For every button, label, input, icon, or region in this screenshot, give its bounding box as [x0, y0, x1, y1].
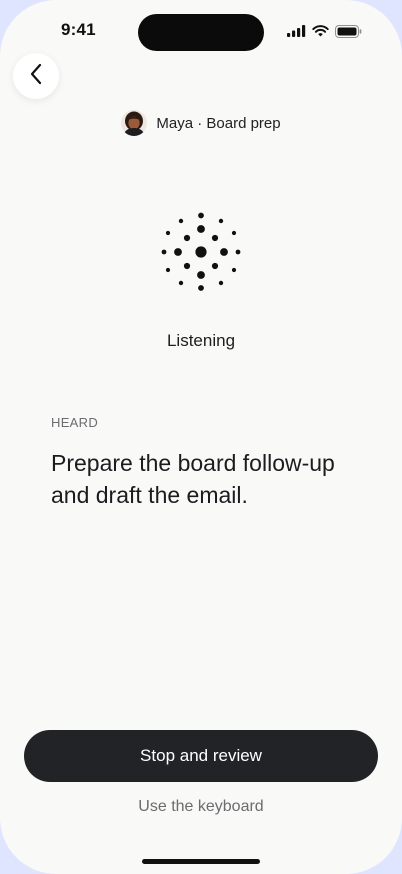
home-indicator[interactable]	[142, 859, 260, 864]
battery-icon	[335, 24, 362, 38]
status-time: 9:41	[61, 20, 96, 39]
heard-transcript: Prepare the board follow-up and draft th…	[51, 450, 335, 508]
avatar	[121, 110, 148, 136]
context-label: Maya · Board prep	[156, 114, 281, 132]
cellular-signal-icon	[287, 25, 306, 37]
dynamic-island	[138, 14, 264, 51]
use-keyboard-link[interactable]: Use the keyboard	[0, 798, 402, 816]
heard-caption: HEARD	[51, 415, 99, 430]
voice-dots-icon	[161, 212, 241, 291]
phone-screen: 9:41 Maya · Board prep Listening HEARD P…	[0, 0, 402, 874]
listening-status: Listening	[166, 331, 236, 350]
session-context: Maya · Board prep	[0, 110, 402, 136]
back-button[interactable]	[13, 53, 59, 99]
chevron-left-icon	[29, 63, 43, 90]
wifi-icon	[312, 25, 329, 37]
stop-and-review-button[interactable]: Stop and review	[24, 730, 378, 782]
status-icons	[287, 24, 362, 38]
